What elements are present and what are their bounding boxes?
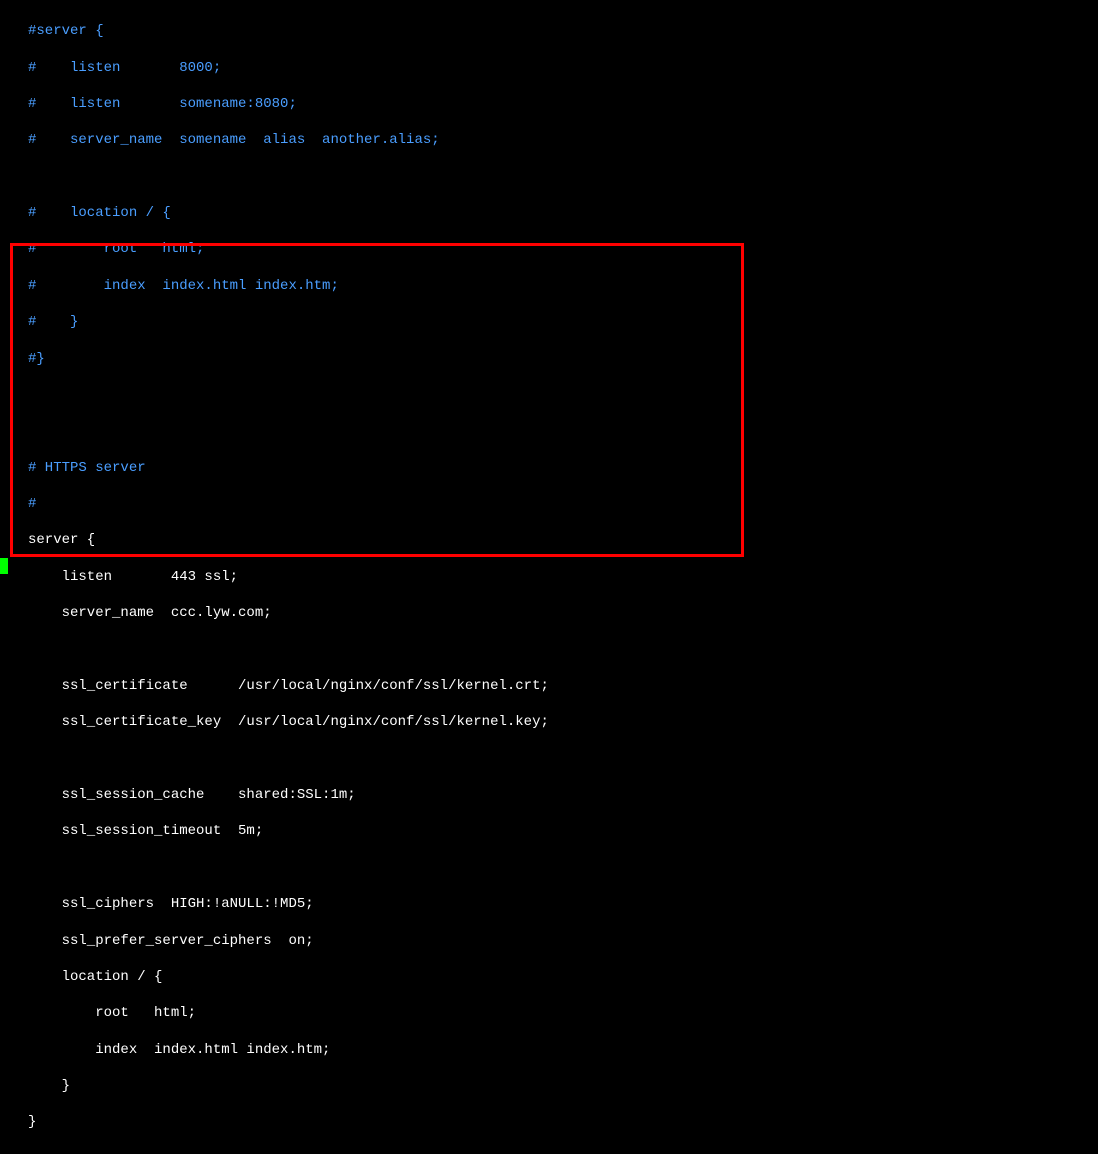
code-line: root html; [0,1004,1098,1022]
code-line: ssl_ciphers HIGH:!aNULL:!MD5; [0,895,1098,913]
code-line: ssl_session_cache shared:SSL:1m; [0,786,1098,804]
code-line: # listen 8000; [0,59,1098,77]
code-line: # [0,495,1098,513]
code-line: server { [0,531,1098,549]
code-line: #} [0,350,1098,368]
code-line: listen 443 ssl; [0,568,1098,586]
code-line: #server { [0,22,1098,40]
code-line: # HTTPS server [0,459,1098,477]
terminal-cursor: } [0,558,8,574]
code-line [0,859,1098,877]
code-line [0,641,1098,659]
code-line: ssl_session_timeout 5m; [0,822,1098,840]
code-line: ssl_certificate /usr/local/nginx/conf/ss… [0,677,1098,695]
code-line: } [0,1077,1098,1095]
code-line: ssl_certificate_key /usr/local/nginx/con… [0,713,1098,731]
code-line: server_name ccc.lyw.com; [0,604,1098,622]
code-line: ssl_prefer_server_ciphers on; [0,932,1098,950]
code-line: # index index.html index.htm; [0,277,1098,295]
terminal-code-view[interactable]: #server { # listen 8000; # listen somena… [0,0,1098,1154]
code-line: } [0,1113,1098,1131]
code-line: index index.html index.htm; [0,1041,1098,1059]
code-line: # listen somename:8080; [0,95,1098,113]
code-line [0,422,1098,440]
code-line [0,386,1098,404]
code-line: # server_name somename alias another.ali… [0,131,1098,149]
code-line: # location / { [0,204,1098,222]
code-line [0,168,1098,186]
code-line: # root html; [0,240,1098,258]
code-line: # } [0,313,1098,331]
code-line [0,750,1098,768]
code-line: location / { [0,968,1098,986]
